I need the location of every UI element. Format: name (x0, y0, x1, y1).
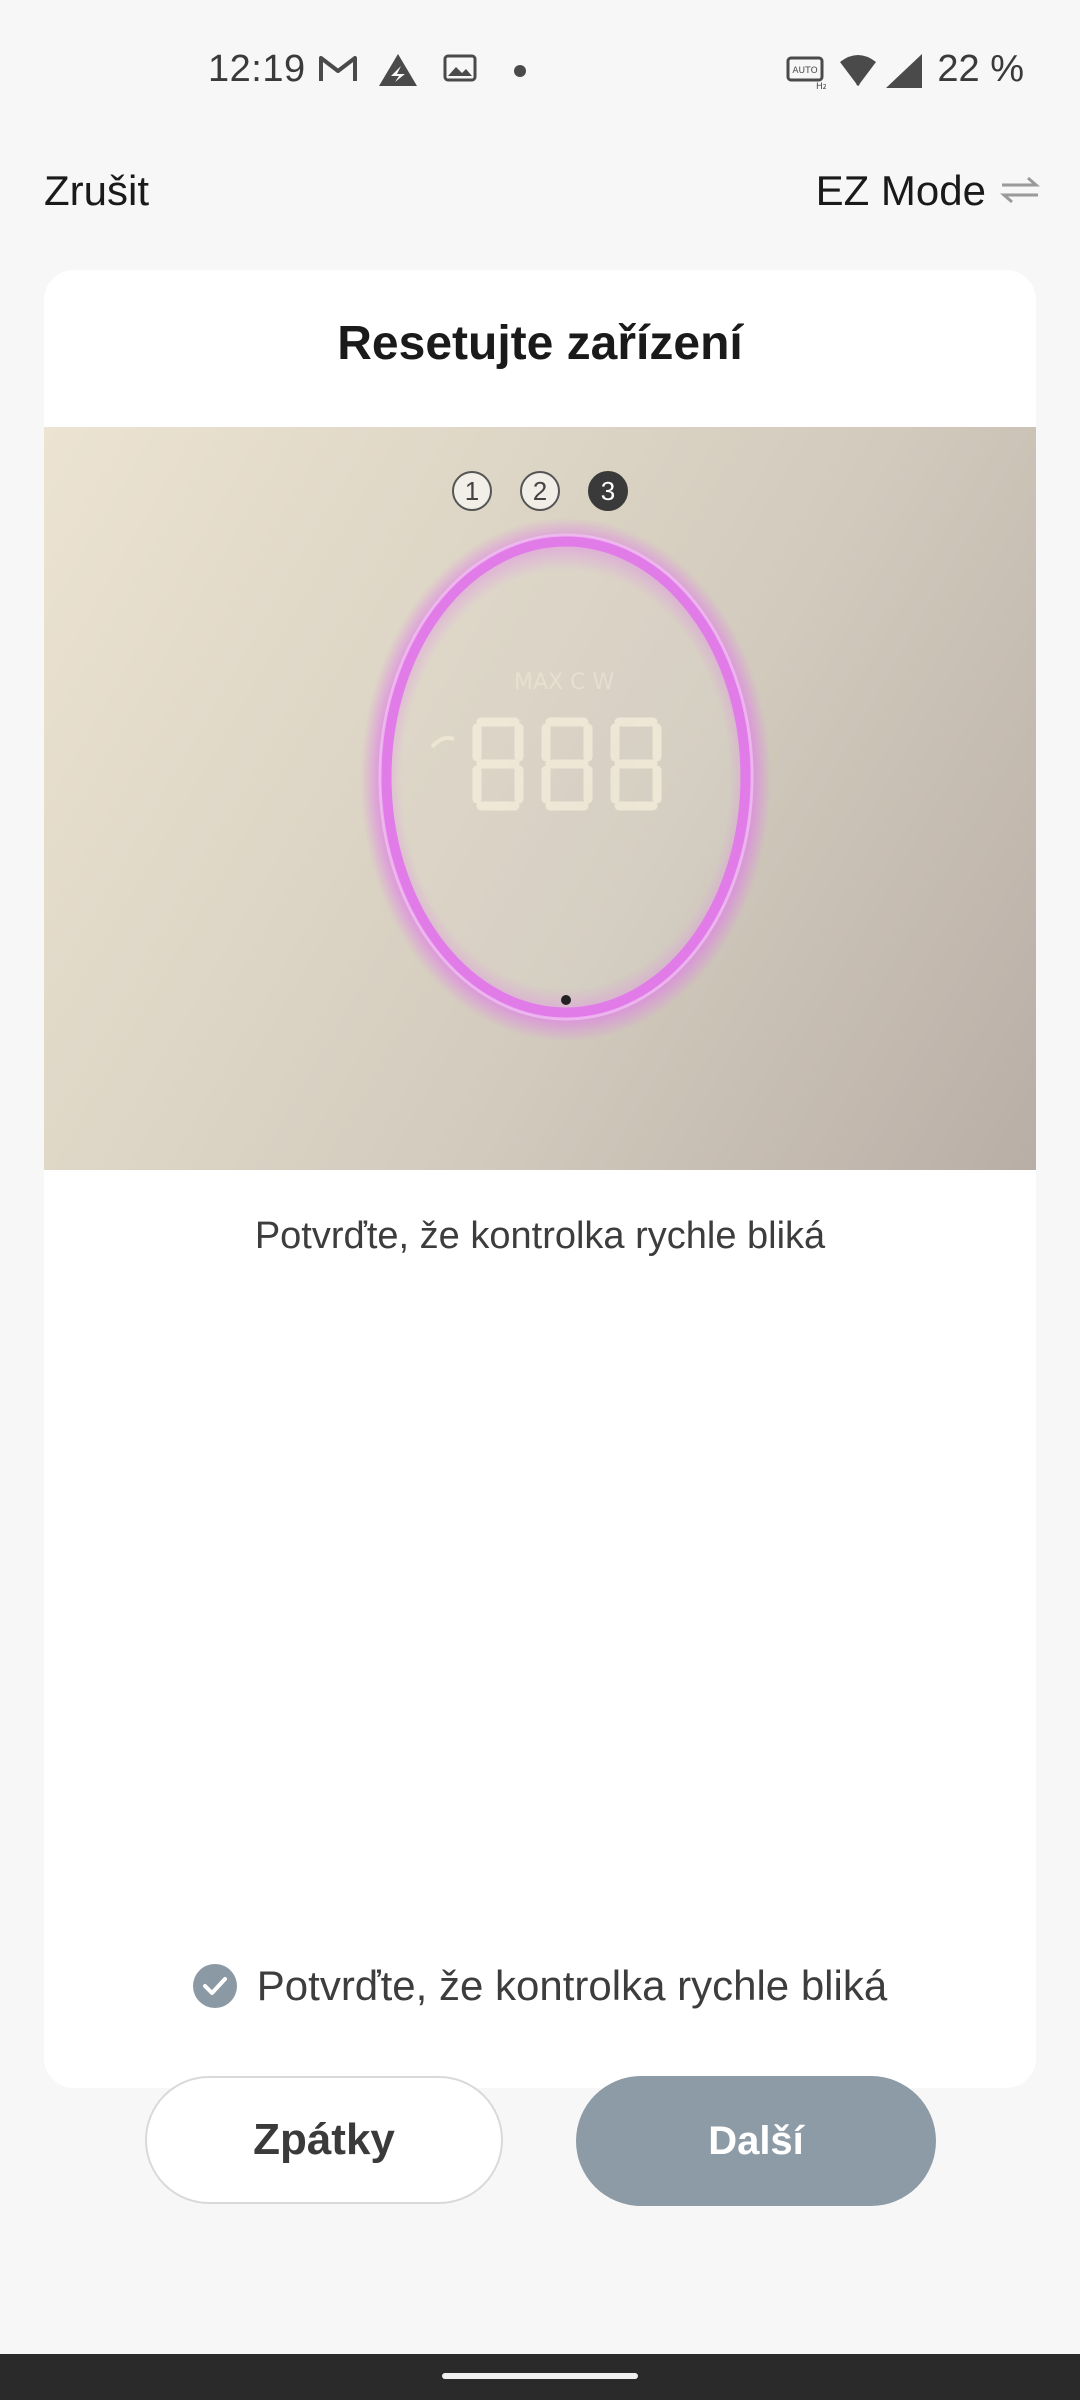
confirm-checkbox-row[interactable]: Potvrďte, že kontrolka rychle bliká (0, 1962, 1080, 2010)
svg-text:AUTO: AUTO (792, 66, 817, 76)
dot-icon (513, 64, 527, 83)
gallery-icon (443, 54, 477, 87)
ez-mode-switch[interactable]: EZ Mode (816, 167, 1040, 215)
signal-icon (884, 52, 924, 95)
next-button[interactable]: Další (576, 2076, 936, 2206)
auto-hz-icon: AUTO Hz (786, 56, 828, 95)
wifi-icon (838, 54, 878, 95)
device-illustration: 1 2 3 MAX C W (44, 427, 1036, 1170)
svg-text:MAX C W: MAX C W (514, 670, 614, 695)
battery-percent: 22 % (937, 48, 1024, 90)
check-icon[interactable] (192, 1964, 237, 2008)
svg-text:Hz: Hz (816, 82, 826, 90)
triangle-logo-icon (377, 52, 419, 93)
gmail-icon (318, 54, 358, 89)
home-gesture-bar[interactable] (442, 2373, 638, 2379)
status-time: 12:19 (208, 48, 306, 90)
ez-mode-label: EZ Mode (815, 167, 986, 214)
cancel-button[interactable]: Zrušit (44, 167, 149, 215)
device-panel-image: MAX C W (361, 518, 771, 1042)
status-bar: 12:19 AUTO Hz 22 % (0, 0, 1080, 150)
instruction-text: Potvrďte, že kontrolka rychle bliká (254, 1215, 826, 1257)
back-button[interactable]: Zpátky (145, 2076, 503, 2204)
navigation-bar (0, 2354, 1080, 2400)
swap-arrows-icon (1000, 167, 1040, 215)
confirm-label: Potvrďte, že kontrolka rychle bliká (256, 1962, 888, 2009)
card-title: Resetujte zařízení (337, 317, 743, 370)
